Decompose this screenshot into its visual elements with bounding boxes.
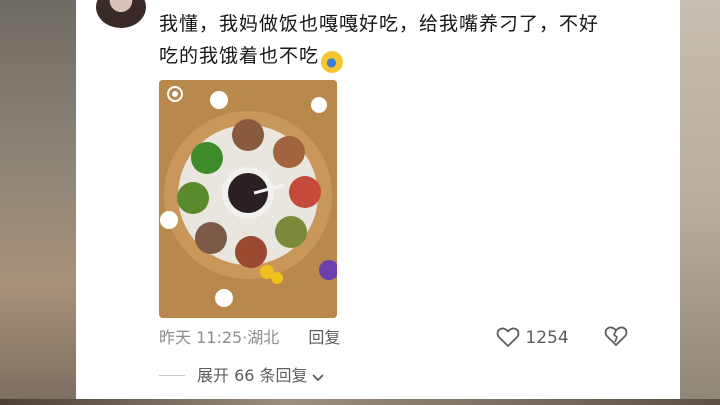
blurred-background-right — [680, 0, 720, 405]
heart-icon — [496, 327, 520, 347]
dislike-button[interactable] — [604, 325, 628, 347]
reply-button[interactable]: 回复 — [308, 328, 340, 347]
crying-emoji-icon: ● — [321, 51, 344, 73]
comment-time: 昨天 11:25 — [159, 328, 243, 347]
expand-replies-button[interactable]: 展开 66 条回复 — [159, 363, 324, 389]
comment-meta: 昨天 11:25·湖北 回复 — [159, 326, 340, 350]
lazy-susan-food-image — [159, 80, 337, 318]
avatar[interactable] — [96, 0, 146, 28]
comment-location: 湖北 — [247, 328, 280, 347]
comment-text-line2: 吃的我饿着也不吃 — [159, 45, 320, 67]
expand-replies-label: 展开 66 条回复 — [197, 366, 308, 385]
like-button[interactable]: 1254 — [496, 325, 569, 351]
blurred-background-left — [0, 0, 76, 405]
broken-heart-icon — [604, 326, 628, 346]
chevron-down-icon — [312, 374, 323, 382]
comment-photo[interactable] — [159, 80, 337, 318]
bottom-blur-strip — [0, 399, 720, 405]
comment-text: 我懂，我妈做饭也嘎嘎好吃，给我嘴养刁了，不好 吃的我饿着也不吃 ● — [159, 8, 659, 73]
like-count: 1254 — [525, 328, 569, 348]
divider-dash — [159, 375, 185, 376]
comment-card: 我懂，我妈做饭也嘎嘎好吃，给我嘴养刁了，不好 吃的我饿着也不吃 ● 昨天 11:… — [76, 0, 680, 405]
comment-text-line1: 我懂，我妈做饭也嘎嘎好吃，给我嘴养刁了，不好 — [159, 13, 600, 35]
